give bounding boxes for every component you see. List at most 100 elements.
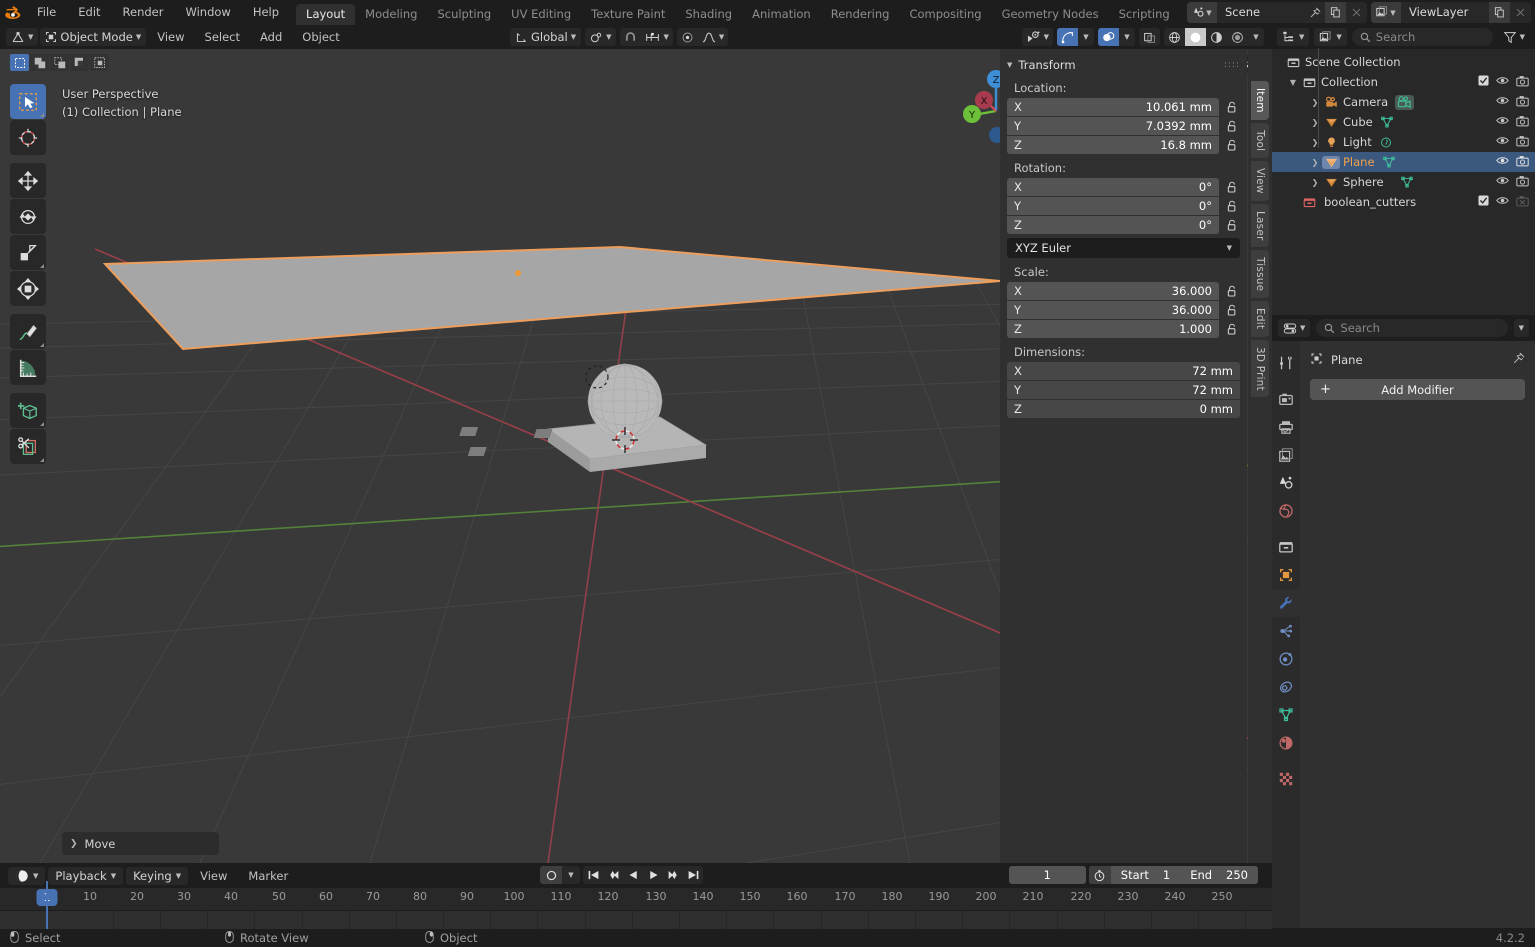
outliner-filter-button[interactable]: ▼ [1498, 28, 1530, 46]
pivot-point-selector[interactable]: ▼ [585, 28, 617, 46]
jump-to-start-icon[interactable] [583, 866, 603, 884]
light-data-icon[interactable] [1379, 136, 1393, 149]
tool-tweak[interactable] [10, 84, 46, 119]
camera-render-disabled-icon[interactable] [1516, 195, 1529, 210]
properties-tab-modifier-icon[interactable] [1272, 589, 1300, 617]
pin-properties-icon[interactable] [1512, 352, 1525, 368]
lock-rotation-x-icon[interactable] [1224, 179, 1240, 195]
menu-edit[interactable]: Edit [67, 0, 111, 25]
play-icon[interactable] [643, 866, 663, 884]
properties-tab-particles-icon[interactable] [1272, 617, 1300, 645]
viewport-menu-view[interactable]: View [148, 27, 193, 47]
dimensions-z-field[interactable]: Z 0 mm [1007, 400, 1240, 418]
frame-start-field[interactable]: Start 1 [1111, 866, 1180, 884]
properties-tab-object-data-icon[interactable] [1272, 701, 1300, 729]
material-preview-shading-icon[interactable] [1206, 28, 1227, 46]
location-x-field[interactable]: X 10.061 mm [1007, 98, 1219, 116]
outliner-row-camera[interactable]: ❯ Camera [1272, 92, 1535, 112]
lock-location-z-icon[interactable] [1224, 137, 1240, 153]
properties-tab-collection-icon[interactable] [1272, 533, 1300, 561]
panel-drag-handle[interactable]: :::: [1224, 60, 1240, 70]
proportional-falloff-selector[interactable]: ▼ [698, 28, 728, 46]
eye-icon[interactable] [1496, 175, 1509, 189]
tool-scale[interactable] [10, 235, 46, 270]
lock-scale-z-icon[interactable] [1224, 321, 1240, 337]
menu-help[interactable]: Help [242, 0, 290, 25]
outliner-search-input[interactable]: Search [1351, 28, 1493, 46]
object-mode-selector[interactable]: Object Mode ▼ [40, 28, 147, 46]
timeline-ruler[interactable]: ❯ ❮ 1 10 20 30 40 50 60 70 80 90 100 110… [0, 888, 1272, 929]
select-intersect-mode-icon[interactable] [90, 54, 109, 71]
transform-panel-header[interactable]: ▼ Transform :::: [1007, 55, 1240, 74]
scale-x-field[interactable]: X 36.000 [1007, 282, 1219, 300]
select-difference-mode-icon[interactable] [70, 54, 89, 71]
transform-orientation-selector[interactable]: Global ▼ [510, 28, 582, 46]
tab-texture-paint[interactable]: Texture Paint [581, 4, 675, 25]
snap-target-selector[interactable]: ▼ [641, 28, 672, 46]
eye-icon[interactable] [1496, 195, 1509, 209]
rotation-mode-selector[interactable]: XYZ Euler ▼ [1007, 238, 1240, 258]
properties-tab-object-icon[interactable] [1272, 561, 1300, 589]
frame-end-field[interactable]: End 250 [1180, 866, 1258, 884]
tool-annotate[interactable] [10, 314, 46, 349]
dimensions-x-field[interactable]: X 72 mm [1007, 362, 1240, 380]
rendered-shading-icon[interactable] [1227, 28, 1248, 46]
tool-knife-cut[interactable] [10, 429, 46, 464]
camera-render-icon[interactable] [1516, 75, 1529, 90]
outliner-row-cube[interactable]: ❯ Cube [1272, 112, 1535, 132]
outliner-row-sphere[interactable]: ❯ Sphere [1272, 172, 1535, 192]
select-extend-mode-icon[interactable] [30, 54, 49, 71]
location-y-field[interactable]: Y 7.0392 mm [1007, 117, 1219, 135]
menu-file[interactable]: File [26, 0, 67, 25]
tab-shading[interactable]: Shading [675, 4, 742, 25]
overlay-options-chevron-down-icon[interactable]: ▼ [1119, 28, 1135, 46]
timeline-view-menu[interactable]: View [191, 866, 236, 886]
sidebar-tab-tool[interactable]: Tool [1251, 122, 1269, 158]
tab-geometry-nodes[interactable]: Geometry Nodes [992, 4, 1109, 25]
solid-shading-icon[interactable] [1185, 28, 1206, 46]
sidebar-tab-edit[interactable]: Edit [1251, 301, 1269, 337]
disclosure-triangle-icon[interactable]: ❯ [1308, 98, 1322, 107]
show-gizmo-icon[interactable] [1057, 28, 1078, 46]
editor-type-properties-icon[interactable]: ▼ [1278, 319, 1311, 337]
tab-scripting[interactable]: Scripting [1109, 4, 1180, 25]
camera-render-icon[interactable] [1516, 115, 1529, 130]
jump-prev-keyframe-icon[interactable] [603, 866, 623, 884]
timeline-marker-menu[interactable]: Marker [239, 866, 297, 886]
eye-icon[interactable] [1496, 75, 1509, 89]
scene-name[interactable]: Scene [1217, 2, 1305, 23]
tool-transform[interactable] [10, 271, 46, 306]
lock-scale-y-icon[interactable] [1224, 302, 1240, 318]
scale-z-field[interactable]: Z 1.000 [1007, 320, 1219, 338]
outliner-filter-id-icon[interactable]: ▼ [1314, 28, 1347, 46]
jump-to-end-icon[interactable] [683, 866, 703, 884]
outliner-row-scene-collection[interactable]: Scene Collection [1272, 52, 1535, 72]
properties-tab-scene-icon[interactable] [1272, 469, 1300, 497]
sidebar-tab-view[interactable]: View [1251, 160, 1269, 201]
mesh-data-icon[interactable] [1400, 176, 1414, 189]
select-subtract-mode-icon[interactable] [50, 54, 69, 71]
dimensions-y-field[interactable]: Y 72 mm [1007, 381, 1240, 399]
object-visibility-icon[interactable]: ▼ [1022, 28, 1053, 46]
rotation-z-field[interactable]: Z 0° [1007, 216, 1219, 234]
tool-add-cube[interactable] [10, 393, 46, 428]
menu-render[interactable]: Render [112, 0, 175, 25]
sidebar-tab-item[interactable]: Item [1251, 81, 1269, 120]
play-reverse-icon[interactable] [623, 866, 643, 884]
camera-render-icon[interactable] [1516, 135, 1529, 150]
tool-cursor[interactable] [10, 120, 46, 155]
wireframe-shading-icon[interactable] [1164, 28, 1185, 46]
eye-icon[interactable] [1496, 95, 1509, 109]
outliner-display-mode-icon[interactable]: ▼ [1277, 28, 1310, 46]
mesh-data-icon[interactable] [1382, 156, 1396, 169]
blender-logo-icon[interactable] [0, 0, 26, 25]
disclosure-triangle-icon[interactable]: ▼ [1286, 78, 1300, 87]
show-overlays-icon[interactable] [1098, 28, 1119, 46]
properties-options-button[interactable]: ▼ [1513, 319, 1529, 337]
lock-location-x-icon[interactable] [1224, 99, 1240, 115]
menu-window[interactable]: Window [174, 0, 241, 25]
viewport-menu-add[interactable]: Add [251, 27, 291, 47]
tab-modeling[interactable]: Modeling [355, 4, 427, 25]
tab-uv-editing[interactable]: UV Editing [501, 4, 581, 25]
properties-tab-render-icon[interactable] [1272, 385, 1300, 413]
